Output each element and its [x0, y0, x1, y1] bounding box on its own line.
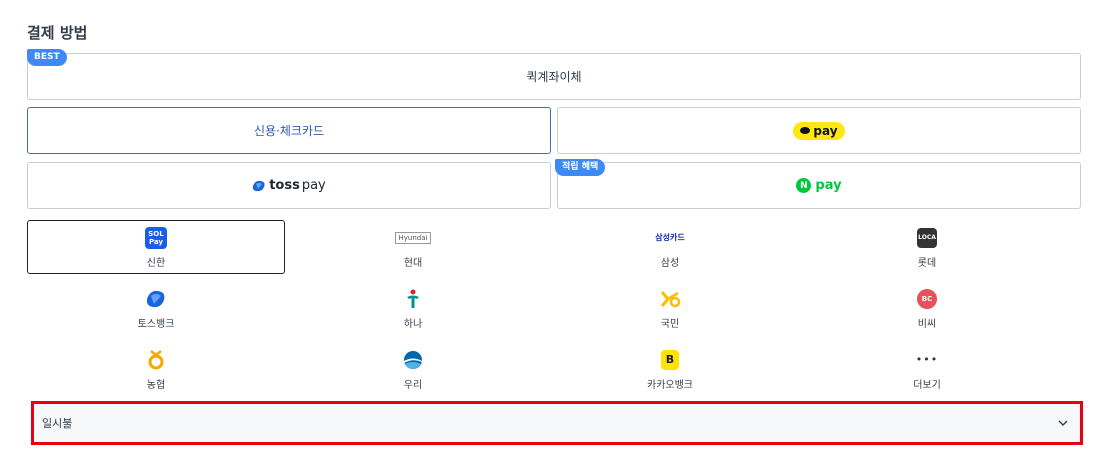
bank-kb[interactable]: 국민 [541, 281, 799, 335]
card-label: 신용·체크카드 [253, 124, 325, 138]
quick-transfer-option[interactable]: 퀵계좌이체 [27, 53, 1081, 100]
bank-label: 현대 [403, 257, 423, 269]
kakaopay-label: pay [813, 123, 838, 138]
bank-label: 국민 [660, 318, 680, 330]
tossbank-icon [146, 290, 165, 307]
bank-label: 롯데 [917, 257, 937, 269]
kakaopay-option[interactable]: pay [557, 107, 1081, 154]
bank-woori[interactable]: 우리 [284, 342, 542, 396]
kakaobank-icon: B [661, 349, 679, 370]
bank-kakaobank[interactable]: B 카카오뱅크 [541, 342, 799, 396]
best-badge: BEST [27, 49, 67, 66]
bank-label: 우리 [403, 379, 423, 391]
hana-icon [407, 289, 419, 308]
bank-hana[interactable]: 하나 [284, 281, 542, 335]
bank-nh[interactable]: 농협 [27, 342, 285, 396]
hyundai-card-icon: Hyundai [394, 231, 432, 244]
installment-select[interactable]: 일시불 [33, 403, 1081, 443]
nh-icon [148, 349, 164, 369]
reward-badge: 적립 혜택 [555, 159, 606, 176]
bank-label: 더보기 [913, 379, 941, 391]
naverpay-label: pay [815, 178, 842, 193]
bank-label: 농협 [146, 379, 166, 391]
quick-transfer-label: 퀵계좌이체 [526, 70, 582, 84]
tosspay-logo: toss pay [252, 178, 326, 193]
bank-shinhan[interactable]: SOL Pay 신한 [27, 220, 285, 274]
woori-icon [404, 350, 422, 369]
card-option[interactable]: 신용·체크카드 [27, 107, 551, 154]
bank-label: 하나 [403, 318, 423, 330]
toss-icon [253, 180, 265, 191]
lotte-loca-icon: LOCA [917, 227, 937, 248]
tosspay-suffix: pay [301, 178, 326, 193]
naverpay-logo: N pay [796, 178, 842, 193]
more-icon: ••• [915, 353, 939, 366]
bank-tossbank[interactable]: 토스뱅크 [27, 281, 285, 335]
kakaopay-logo: pay [793, 121, 845, 140]
shinhan-sol-pay-icon: SOL Pay [145, 226, 167, 249]
bank-label: 토스뱅크 [137, 318, 175, 330]
samsung-card-icon: 삼성카드 [655, 233, 685, 242]
kb-icon [660, 290, 681, 307]
chevron-down-icon [1058, 420, 1068, 426]
bank-bc[interactable]: BC 비씨 [798, 281, 1056, 335]
installment-value: 일시불 [42, 417, 73, 430]
naver-n-icon: N [796, 178, 812, 193]
bank-more[interactable]: ••• 더보기 [798, 342, 1056, 396]
bank-samsung[interactable]: 삼성카드 삼성 [541, 220, 799, 274]
tosspay-option[interactable]: toss pay [27, 162, 551, 209]
bank-hyundai[interactable]: Hyundai 현대 [284, 220, 542, 274]
section-title: 결제 방법 [27, 24, 88, 42]
bank-label: 비씨 [917, 318, 937, 330]
naverpay-option[interactable]: N pay [557, 162, 1081, 209]
bank-label: 카카오뱅크 [647, 379, 693, 391]
bank-label: 삼성 [660, 257, 680, 269]
speech-bubble-icon [800, 127, 811, 134]
bank-label: 신한 [146, 257, 166, 269]
bank-lotte[interactable]: LOCA 롯데 [798, 220, 1056, 274]
tosspay-brand: toss [269, 178, 300, 193]
bc-icon: BC [917, 288, 937, 309]
